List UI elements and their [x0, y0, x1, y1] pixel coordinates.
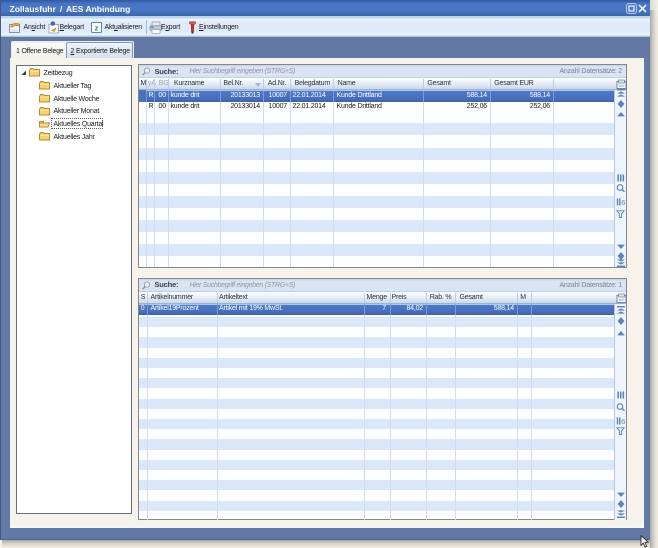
svg-text:6: 6 [621, 417, 625, 425]
svg-text:6: 6 [621, 198, 625, 206]
svg-text:z: z [95, 24, 99, 33]
